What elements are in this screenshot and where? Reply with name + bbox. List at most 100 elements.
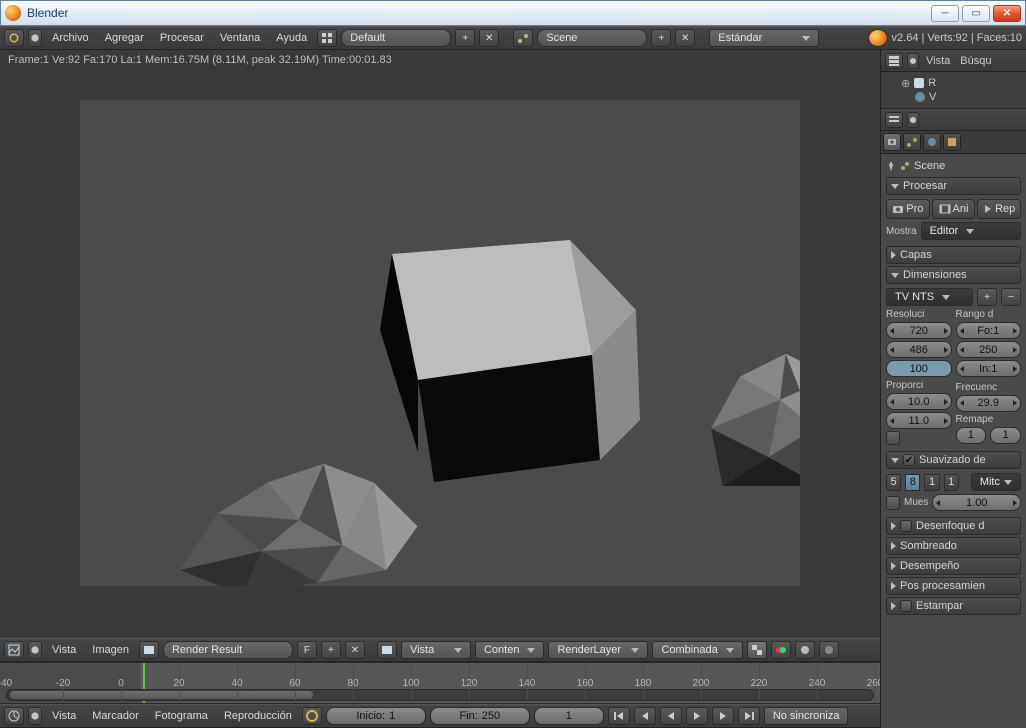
resolution-pct-field[interactable]: 100 — [886, 360, 952, 377]
image-unlink-icon[interactable]: ✕ — [345, 641, 365, 659]
fps-field[interactable]: 29.9 — [956, 395, 1022, 412]
outliner-menu-vista[interactable]: Vista — [923, 53, 953, 69]
scene-browse-icon[interactable] — [513, 29, 533, 47]
maximize-button[interactable]: ▭ — [962, 5, 990, 22]
image-editor-view[interactable]: Frame:1 Ve:92 Fa:170 La:1 Mem:16.75M (8.… — [0, 50, 880, 638]
full-sample-checkbox[interactable] — [886, 496, 900, 510]
preset-add-icon[interactable]: + — [977, 288, 997, 306]
collapse-menus-icon-5[interactable] — [907, 112, 919, 128]
panel-estampar-header[interactable]: Estampar — [886, 597, 1021, 615]
use-preview-range-icon[interactable] — [302, 707, 322, 725]
remap-old-field[interactable]: 1 — [956, 427, 987, 444]
collapse-menus-icon-4[interactable] — [907, 53, 919, 69]
menu-agregar[interactable]: Agregar — [99, 30, 150, 46]
scene-add-icon[interactable]: + — [651, 29, 671, 47]
play-reverse-button[interactable] — [660, 707, 682, 725]
collapse-menus-icon[interactable] — [28, 29, 42, 47]
channel-alpha-button[interactable] — [795, 641, 815, 659]
preset-remove-icon[interactable]: − — [1001, 288, 1021, 306]
image-datablock[interactable]: Render Result — [163, 641, 293, 659]
keyframe-next-button[interactable] — [712, 707, 734, 725]
pass-selector[interactable]: Combinada — [652, 641, 742, 659]
tab-render[interactable] — [883, 133, 901, 151]
render-engine-selector[interactable]: Estándar — [709, 29, 819, 47]
menu-ventana[interactable]: Ventana — [214, 30, 266, 46]
aspect-x-field[interactable]: 10.0 — [886, 393, 952, 410]
slot-browse-icon[interactable] — [377, 641, 397, 659]
panel-procesar-header[interactable]: Procesar — [886, 177, 1021, 195]
collapse-menus-icon-3[interactable] — [28, 707, 42, 725]
layout-selector[interactable]: Default — [341, 29, 451, 47]
aa-filter-selector[interactable]: Mitc — [971, 473, 1021, 491]
layout-browse-icon[interactable] — [317, 29, 337, 47]
aa-samples-16[interactable]: 1 — [944, 474, 959, 491]
panel-postproc-header[interactable]: Pos procesamien — [886, 577, 1021, 595]
outliner-item[interactable]: ⊕R — [901, 76, 1022, 90]
fake-user-button[interactable]: F — [297, 641, 317, 659]
timeline-scrollbar[interactable] — [6, 689, 874, 701]
panel-suavizado-header[interactable]: Suavizado de — [886, 451, 1021, 469]
image-menu-imagen[interactable]: Imagen — [86, 642, 135, 658]
timeline-menu-marcador[interactable]: Marcador — [86, 708, 144, 724]
filter-size-field[interactable]: 1.00 — [932, 494, 1021, 511]
outliner-menu-busqueda[interactable]: Búsqu — [957, 53, 994, 69]
jump-start-button[interactable] — [608, 707, 630, 725]
play-button[interactable] — [686, 707, 708, 725]
panel-sombreado-header[interactable]: Sombreado — [886, 537, 1021, 555]
image-menu-vista[interactable]: Vista — [46, 642, 82, 658]
channel-rgb-button[interactable] — [771, 641, 791, 659]
frame-start-field[interactable]: Fo: 1 — [956, 322, 1022, 339]
scene-remove-icon[interactable]: ✕ — [675, 29, 695, 47]
image-browse-icon[interactable] — [139, 641, 159, 659]
keyframe-prev-button[interactable] — [634, 707, 656, 725]
aspect-y-field[interactable]: 11.0 — [886, 412, 952, 429]
end-frame-field[interactable]: Fin: 250 — [430, 707, 530, 725]
tab-scene[interactable] — [903, 133, 921, 151]
resolution-y-field[interactable]: 486 — [886, 341, 952, 358]
outliner-item[interactable]: V — [901, 90, 1022, 104]
panel-capas-header[interactable]: Capas — [886, 246, 1021, 264]
scene-selector[interactable]: Scene — [537, 29, 647, 47]
antialias-checkbox[interactable] — [903, 454, 915, 466]
timeline-menu-fotograma[interactable]: Fotograma — [149, 708, 214, 724]
editor-type-outliner-icon[interactable] — [885, 53, 903, 69]
frame-step-field[interactable]: In: 1 — [956, 360, 1022, 377]
timeline-scroll-thumb[interactable] — [10, 691, 313, 699]
aa-samples-11[interactable]: 1 — [924, 474, 939, 491]
editor-type-timeline-icon[interactable] — [4, 707, 24, 725]
jump-end-button[interactable] — [738, 707, 760, 725]
render-image-button[interactable]: Pro — [886, 199, 930, 219]
resolution-x-field[interactable]: 720 — [886, 322, 952, 339]
render-animation-button[interactable]: Ani — [932, 199, 976, 219]
channel-rgba-button[interactable] — [747, 641, 767, 659]
motion-blur-checkbox[interactable] — [900, 520, 912, 532]
panel-dimensiones-header[interactable]: Dimensiones — [886, 266, 1021, 284]
image-add-icon[interactable]: + — [321, 641, 341, 659]
renderlayer-selector[interactable]: RenderLayer — [548, 641, 648, 659]
layout-remove-icon[interactable]: ✕ — [479, 29, 499, 47]
aa-samples-5[interactable]: 5 — [886, 474, 901, 491]
frame-end-field[interactable]: 250 — [956, 341, 1022, 358]
border-checkbox[interactable] — [886, 431, 900, 445]
start-frame-field[interactable]: Inicio: 1 — [326, 707, 426, 725]
aa-samples-8[interactable]: 8 — [905, 474, 920, 491]
menu-procesar[interactable]: Procesar — [154, 30, 210, 46]
render-slot-selector[interactable]: Vista — [401, 641, 471, 659]
collapse-menus-icon-2[interactable] — [28, 641, 42, 659]
panel-desempeno-header[interactable]: Desempeño — [886, 557, 1021, 575]
timeline-menu-reproduccion[interactable]: Reproducción — [218, 708, 298, 724]
render-preset-selector[interactable]: TV NTS — [886, 288, 973, 306]
display-mode-selector[interactable]: Editor — [921, 222, 1021, 240]
editor-type-icon[interactable] — [4, 29, 24, 47]
current-frame-field[interactable]: 1 — [534, 707, 604, 725]
outliner-tree[interactable]: ⊕R V — [881, 72, 1026, 109]
menu-ayuda[interactable]: Ayuda — [270, 30, 313, 46]
menu-archivo[interactable]: Archivo — [46, 30, 95, 46]
tab-object[interactable] — [943, 133, 961, 151]
content-selector[interactable]: Conten — [475, 641, 544, 659]
panel-desenfoque-header[interactable]: Desenfoque d — [886, 517, 1021, 535]
close-button[interactable]: ✕ — [993, 5, 1021, 22]
timeline-menu-vista[interactable]: Vista — [46, 708, 82, 724]
sync-mode-selector[interactable]: No sincroniza — [764, 707, 849, 725]
stamp-checkbox[interactable] — [900, 600, 912, 612]
